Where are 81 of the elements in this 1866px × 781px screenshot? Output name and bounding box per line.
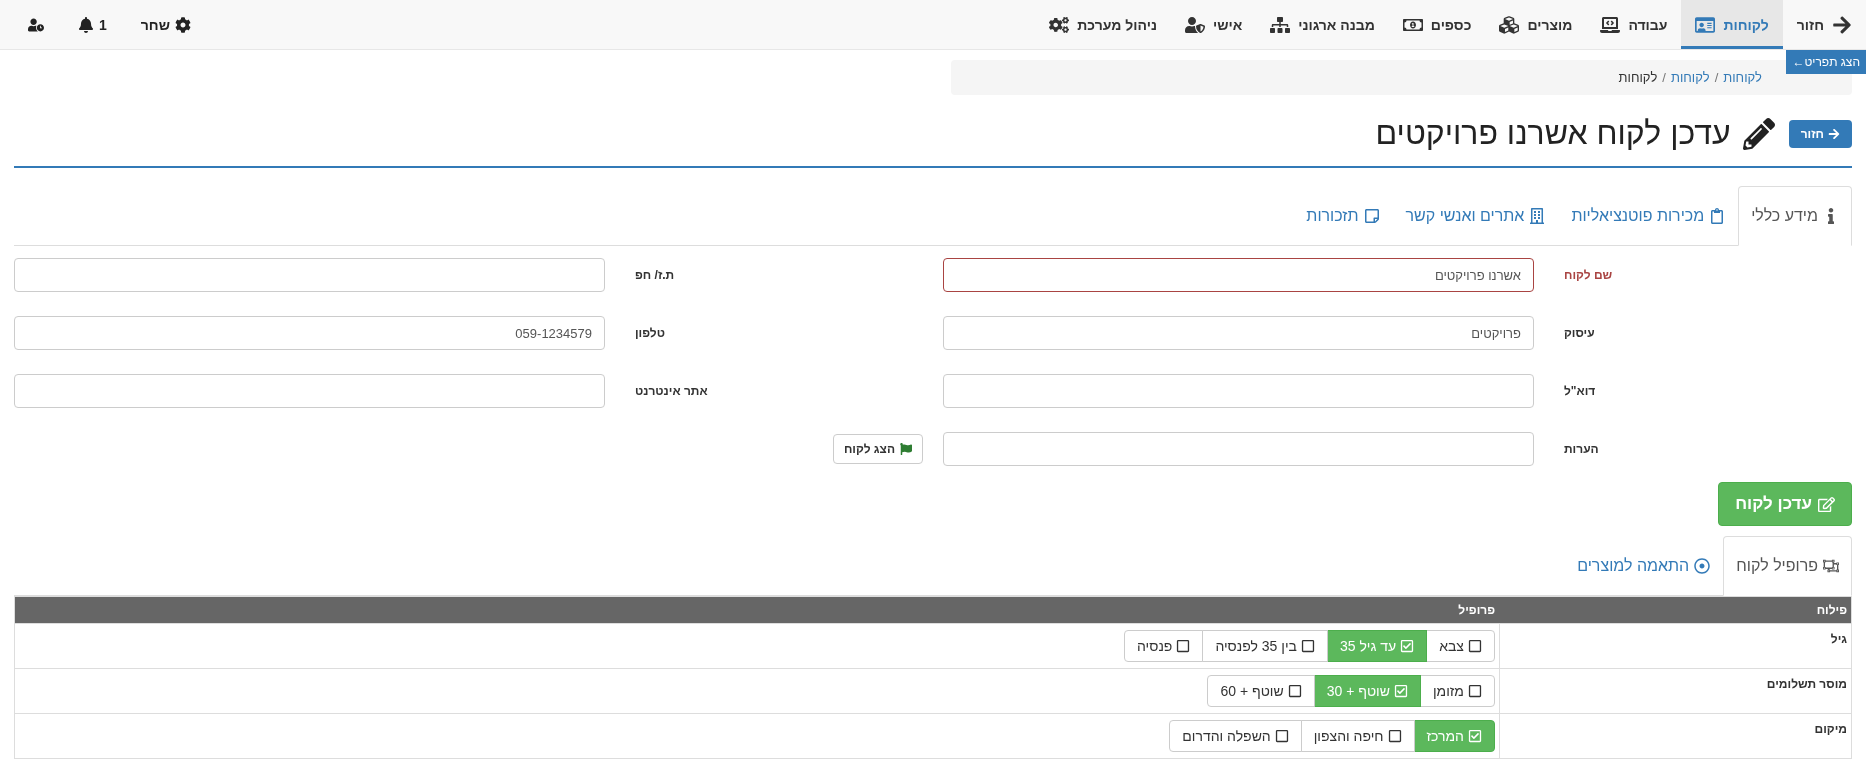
toggle-option[interactable]: השפלה והדרום [1169,720,1302,752]
input-field[interactable]: פרויקטים [943,316,1534,350]
nav-item[interactable]: מבנה ארגוני [1256,0,1389,49]
checked-box-icon [1400,639,1415,653]
toggle-option[interactable]: פנסיה [1124,630,1204,662]
input-field[interactable]: אשרנו פרויקטים [943,258,1534,292]
edit-icon [1818,495,1835,513]
nav-item[interactable]: עבודה [1586,0,1682,49]
field-label: טלפון [635,326,666,340]
clipboard-icon [1709,208,1726,224]
sitemap-icon [1270,14,1291,35]
checkbox-icon [1468,684,1482,698]
checkbox-icon [1468,639,1482,653]
user-settings-link[interactable]: שחר [140,16,191,33]
nav-item[interactable]: חזור [1782,0,1866,49]
field-label: שם לקוח [1564,268,1614,282]
field-label: ת.ז/ חפ [635,268,676,282]
arrow-right-icon [1832,14,1852,35]
object-group-icon [1823,558,1839,574]
pencil-icon [1742,117,1775,150]
field-label: דוא"ל [1564,384,1597,398]
input-field[interactable] [14,374,605,408]
toggle-option[interactable]: חיפה והצפון [1300,720,1415,752]
user-shield-icon [1184,14,1205,35]
breadcrumb-separator: / [1662,70,1666,85]
target-icon [1694,558,1711,574]
table-cell: מוסר תשלומים [1499,669,1851,713]
toggle-option[interactable]: שוטף + 60 [1207,675,1315,707]
toggle-option[interactable]: צבא [1426,630,1495,662]
tab[interactable]: התאמה למוצרים [1564,536,1724,596]
building-icon [1529,208,1546,224]
show-customer-button[interactable]: הצג לקוח [832,434,923,464]
arrow-right-icon [1828,127,1840,140]
toggle-option[interactable]: מזומן [1419,675,1495,707]
table-cell: מיקום [1499,714,1851,758]
id-card-icon [1695,14,1716,35]
input-field[interactable] [943,374,1534,408]
menu-toggle-button[interactable]: הצג תפריט← [1786,50,1866,74]
bell-icon [78,16,94,33]
user-clock-icon [28,16,44,33]
flag-icon [900,443,912,455]
toggle-option[interactable]: בין 35 לפנסיה [1202,630,1328,662]
nav-item[interactable]: לקוחות [1681,0,1783,49]
breadcrumb-current: לקוחות [1618,70,1658,85]
nav-item[interactable]: אישי [1170,0,1257,49]
checkbox-icon [1176,639,1191,653]
user-clock-link[interactable] [28,16,44,33]
page-title: עדכן לקוח אשרנו פרויקטים [1375,115,1731,152]
checked-box-icon [1468,729,1482,743]
checkbox-icon [1274,729,1289,743]
input-field[interactable] [14,258,605,292]
nav-item[interactable]: מוצרים [1485,0,1587,49]
table-cell: גיל [1499,624,1851,668]
checkbox-icon [1387,729,1402,743]
field-label: אתר אינטרנט [635,384,709,398]
checkbox-icon [1300,639,1315,653]
breadcrumb-link[interactable]: לקוחות [1670,70,1710,85]
tab[interactable]: מכירות פוטנציאליות [1558,186,1739,246]
tab[interactable]: מידע כללי [1738,186,1852,246]
gear-icon [174,16,191,33]
sticky-note-icon [1363,208,1380,224]
laptop-code-icon [1600,14,1621,35]
input-field[interactable]: 059-1234579 [14,316,605,350]
field-label: הערות [1564,442,1600,456]
gears-icon [1049,14,1070,35]
breadcrumb-link[interactable]: לקוחות [1723,70,1762,85]
field-label: עיסוק [1564,326,1596,340]
cubes-icon [1499,14,1520,35]
tab[interactable]: אתרים ואנשי קשר [1392,186,1559,246]
checked-box-icon [1393,684,1408,698]
notifications-link[interactable]: 1 [78,16,107,33]
column-header: פילוח [1815,602,1848,619]
tab[interactable]: תזכורות [1293,186,1393,246]
breadcrumb-separator: / [1714,70,1719,85]
back-button[interactable]: חזור [1788,119,1852,148]
nav-item[interactable]: כספים [1388,0,1486,49]
nav-item[interactable]: ניהול מערכת [1035,0,1171,49]
column-header: פרופיל [1457,602,1496,619]
tab[interactable]: פרופיל לקוח [1723,536,1852,596]
checkbox-icon [1287,684,1302,698]
input-field[interactable] [943,432,1534,466]
